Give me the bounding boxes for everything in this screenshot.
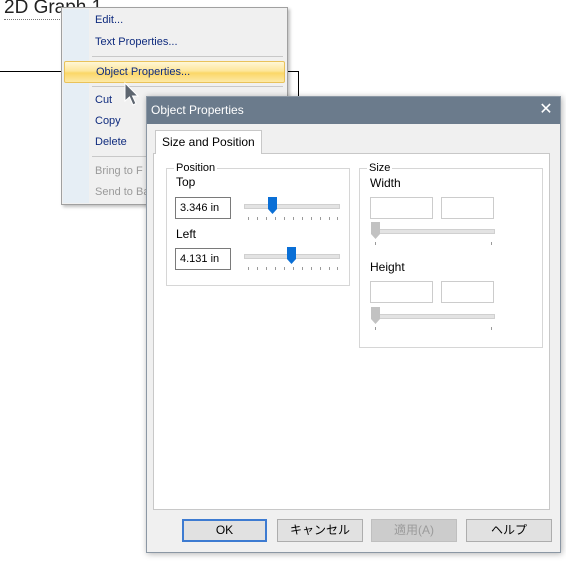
dialog-titlebar[interactable]: Object Properties ✕ bbox=[147, 97, 560, 124]
object-properties-dialog: Object Properties ✕ Size and Position Po… bbox=[146, 96, 561, 553]
left-label: Left bbox=[176, 227, 197, 241]
graph-frame-line bbox=[298, 71, 299, 97]
left-input[interactable]: 4.131 in bbox=[175, 248, 231, 270]
dialog-title: Object Properties bbox=[151, 103, 244, 117]
left-slider-thumb[interactable] bbox=[287, 247, 296, 264]
width-slider-thumb[interactable] bbox=[371, 222, 380, 239]
position-group-title: Position bbox=[174, 161, 218, 175]
width-slider-ticks bbox=[373, 242, 493, 245]
cancel-button[interactable]: キャンセル bbox=[277, 519, 363, 542]
mouse-pointer-icon bbox=[124, 82, 140, 106]
left-slider-ticks bbox=[244, 267, 338, 270]
tab-panel: Position Top 3.346 in Left 4.131 in Size bbox=[153, 153, 550, 510]
height-input[interactable] bbox=[370, 281, 433, 303]
top-input[interactable]: 3.346 in bbox=[175, 197, 231, 219]
top-label: Top bbox=[176, 175, 196, 189]
menu-item-text-properties[interactable]: Text Properties... bbox=[64, 32, 285, 52]
apply-button[interactable]: 適用(A) bbox=[371, 519, 457, 542]
width-slider-track[interactable] bbox=[373, 229, 495, 234]
height-slider-thumb[interactable] bbox=[371, 307, 380, 324]
menu-item-object-properties[interactable]: Object Properties... bbox=[64, 61, 285, 83]
height-slider-track[interactable] bbox=[373, 314, 495, 319]
size-group: Size Width Height bbox=[359, 161, 543, 348]
height-label: Height bbox=[370, 260, 405, 274]
height-unit-input[interactable] bbox=[441, 281, 494, 303]
width-label: Width bbox=[370, 176, 401, 190]
size-group-title: Size bbox=[367, 161, 393, 175]
menu-separator bbox=[92, 86, 283, 87]
top-slider-track[interactable] bbox=[244, 204, 340, 209]
menu-separator bbox=[92, 56, 283, 57]
help-button[interactable]: ヘルプ bbox=[466, 519, 552, 542]
tab-size-and-position[interactable]: Size and Position bbox=[155, 130, 262, 154]
top-slider-ticks bbox=[244, 217, 338, 220]
top-slider-thumb[interactable] bbox=[268, 197, 277, 214]
graph-frame-line bbox=[0, 71, 65, 72]
menu-item-edit[interactable]: Edit... bbox=[64, 10, 285, 30]
width-unit-input[interactable] bbox=[441, 197, 494, 219]
width-input[interactable] bbox=[370, 197, 433, 219]
height-slider-ticks bbox=[373, 327, 493, 330]
ok-button[interactable]: OK bbox=[182, 519, 267, 542]
close-icon[interactable]: ✕ bbox=[532, 97, 560, 123]
position-group: Position Top 3.346 in Left 4.131 in bbox=[166, 161, 350, 286]
